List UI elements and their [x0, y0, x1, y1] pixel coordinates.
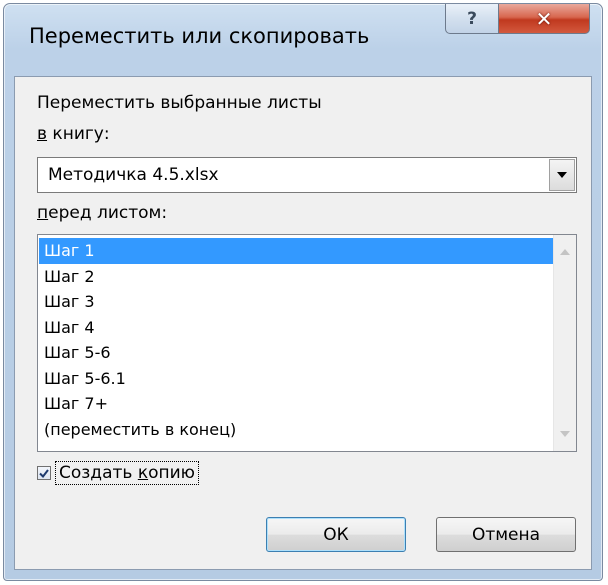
create-copy-checkbox[interactable]	[37, 466, 51, 480]
before-sheet-label-accel: п	[37, 203, 49, 223]
help-button[interactable]: ?	[445, 4, 499, 34]
sheet-list-scrollbar[interactable]	[553, 235, 576, 451]
scroll-down-icon	[560, 431, 570, 437]
create-copy-label-accel: к	[137, 463, 149, 483]
book-select-value: Методичка 4.5.xlsx	[48, 165, 219, 185]
list-item[interactable]: Шаг 7+	[39, 391, 553, 417]
create-copy-option[interactable]: Создать копию	[37, 460, 199, 486]
scroll-up-button[interactable]	[554, 241, 576, 263]
to-book-label-accel: в	[37, 124, 48, 144]
list-item[interactable]: Шаг 3	[39, 289, 553, 315]
sheet-list[interactable]: Шаг 1 Шаг 2 Шаг 3 Шаг 4 Шаг 5-6 Шаг 5-6.…	[37, 234, 577, 452]
sheet-list-items: Шаг 1 Шаг 2 Шаг 3 Шаг 4 Шаг 5-6 Шаг 5-6.…	[39, 238, 553, 442]
list-item[interactable]: (переместить в конец)	[39, 417, 553, 443]
title-bar[interactable]: Переместить или скопировать ? ✕	[4, 4, 602, 74]
create-copy-label-pre: Создать	[59, 463, 138, 483]
create-copy-label[interactable]: Создать копию	[55, 461, 199, 485]
list-item[interactable]: Шаг 5-6.1	[39, 366, 553, 392]
close-icon: ✕	[535, 6, 553, 31]
move-sheets-label: Переместить выбранные листы	[37, 93, 322, 113]
book-select[interactable]: Методичка 4.5.xlsx	[37, 157, 577, 193]
dialog-title: Переместить или скопировать	[29, 24, 370, 48]
dialog-body: Переместить выбранные листы в книгу: Мет…	[14, 76, 592, 570]
help-icon: ?	[467, 8, 477, 29]
chevron-down-icon	[557, 172, 567, 178]
list-item[interactable]: Шаг 5-6	[39, 340, 553, 366]
scroll-down-button[interactable]	[554, 423, 576, 445]
create-copy-label-post: опию	[148, 463, 195, 483]
list-item[interactable]: Шаг 4	[39, 315, 553, 341]
before-sheet-label: перед листом:	[37, 203, 167, 223]
to-book-label-text: книгу:	[47, 124, 110, 144]
list-item[interactable]: Шаг 2	[39, 264, 553, 290]
book-dropdown-button[interactable]	[549, 159, 575, 191]
list-item[interactable]: Шаг 1	[39, 238, 553, 264]
checkmark-icon	[39, 468, 49, 478]
before-sheet-label-text: еред листом:	[48, 203, 168, 223]
ok-button[interactable]: ОК	[266, 517, 406, 552]
scroll-up-icon	[560, 249, 570, 255]
close-button[interactable]: ✕	[498, 4, 590, 34]
to-book-label: в книгу:	[37, 124, 110, 144]
cancel-button[interactable]: Отмена	[436, 517, 576, 552]
move-copy-dialog: Переместить или скопировать ? ✕ Перемест…	[3, 3, 603, 581]
